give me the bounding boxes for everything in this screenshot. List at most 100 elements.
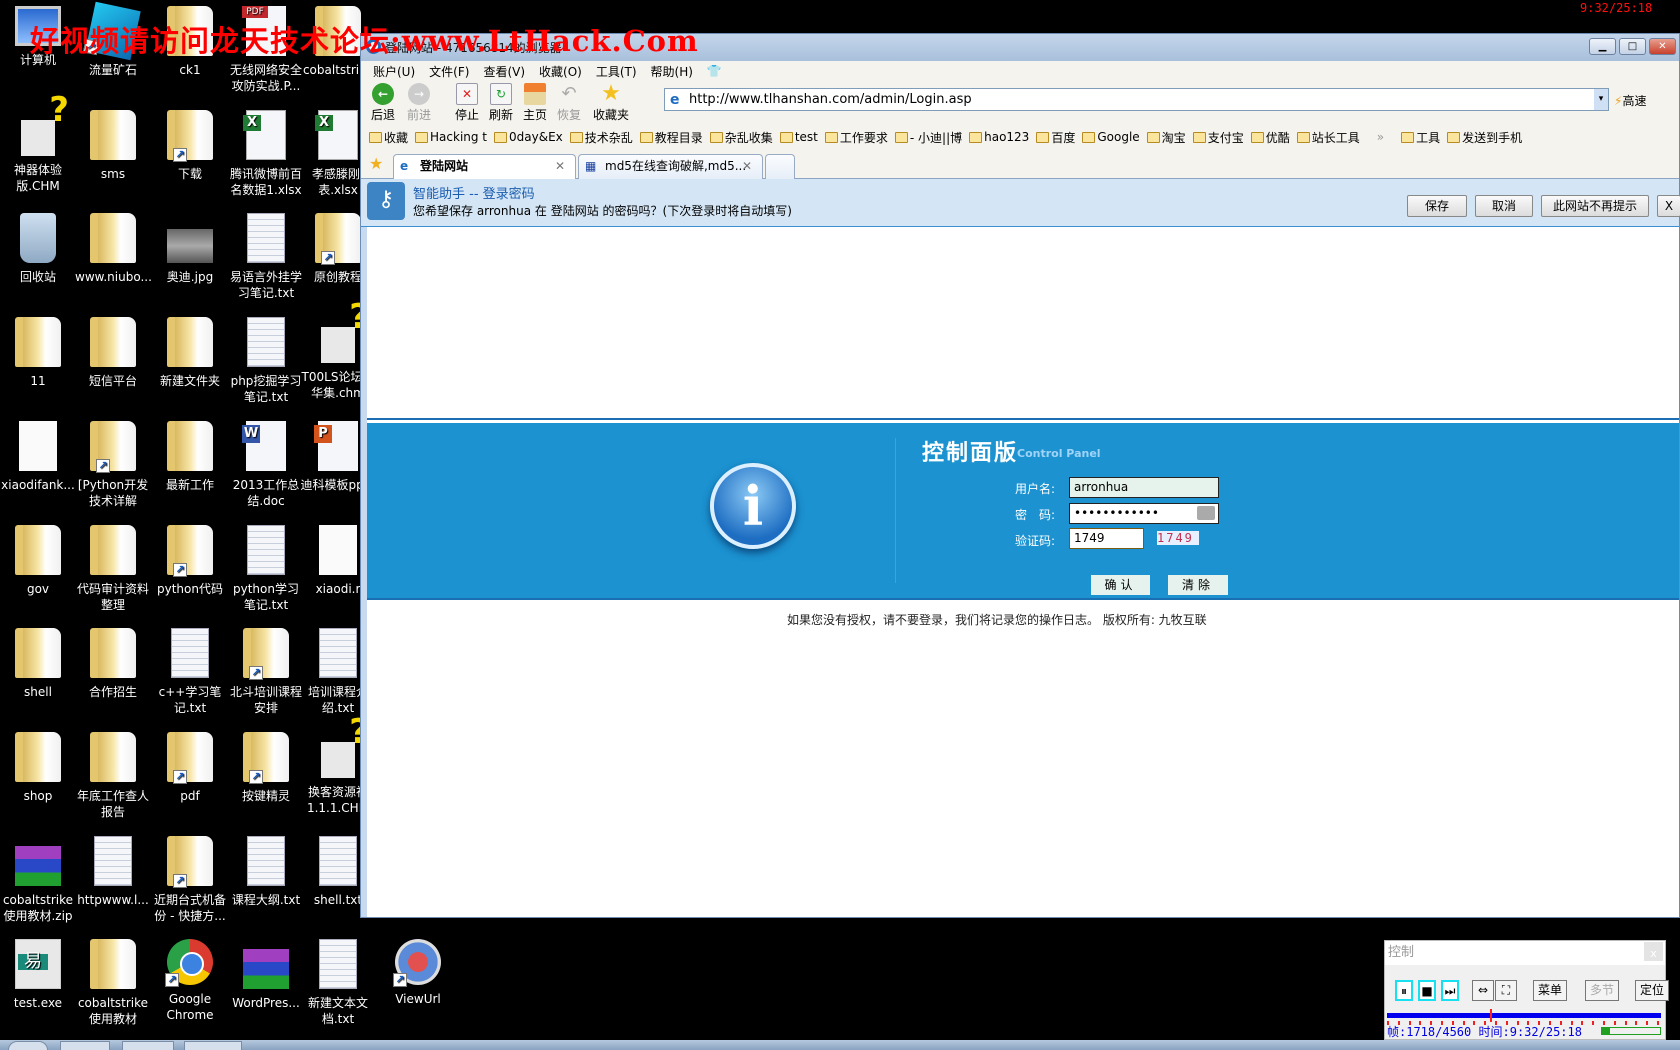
multi-section-button[interactable]: 多节: [1585, 980, 1619, 1001]
taskbar-explorer[interactable]: [60, 1041, 110, 1050]
favorite-item[interactable]: 发送到手机: [1447, 129, 1522, 146]
desktop-icon[interactable]: 短信平台: [75, 317, 151, 389]
forward-button[interactable]: → 前进: [401, 83, 437, 123]
fast-forward-button[interactable]: ⏭: [1441, 980, 1459, 1001]
desktop-icon[interactable]: test.exe: [0, 939, 76, 1011]
desktop-icon[interactable]: ↗ 北斗培训课程安排: [228, 628, 304, 716]
save-password-button[interactable]: 保存: [1407, 195, 1467, 217]
stop-button[interactable]: ✕ 停止: [449, 83, 485, 123]
stop-button[interactable]: ■: [1418, 980, 1436, 1001]
fit-window-button[interactable]: ⇔: [1472, 980, 1494, 1001]
desktop-icon[interactable]: 11: [0, 317, 76, 389]
back-button[interactable]: ← 后退: [365, 83, 401, 123]
desktop-icon[interactable]: c++学习笔记.txt: [152, 628, 228, 716]
favorite-item[interactable]: Hacking t: [415, 130, 487, 144]
confirm-button[interactable]: 确认: [1091, 575, 1150, 595]
desktop-icon[interactable]: 神器体验版.CHM: [0, 102, 76, 194]
fullscreen-button[interactable]: ⛶: [1495, 980, 1517, 1001]
menu-button[interactable]: 菜单: [1533, 980, 1567, 1001]
password-input[interactable]: ••••••••••••: [1069, 503, 1219, 524]
never-for-site-button[interactable]: 此网站不再提示: [1541, 195, 1649, 217]
taskbar-app[interactable]: [122, 1041, 174, 1050]
desktop-icon[interactable]: httpwww.l...: [75, 835, 151, 908]
new-tab-button[interactable]: [765, 154, 795, 179]
favorite-item[interactable]: 杂乱收集: [709, 129, 773, 146]
close-panel-button[interactable]: x: [1644, 942, 1663, 961]
desktop-icon[interactable]: 奥迪.jpg: [152, 213, 228, 285]
favorite-item[interactable]: 工作要求: [824, 129, 888, 146]
desktop-icon[interactable]: 腾讯微博前百名数据1.xlsx: [228, 109, 304, 198]
favorite-item[interactable]: 收藏: [369, 129, 408, 146]
desktop-icon[interactable]: cobaltstrike使用教材.zip: [0, 836, 76, 924]
desktop-icon[interactable]: shop: [0, 731, 76, 804]
desktop-icon[interactable]: 年底工作查人报告: [75, 731, 151, 820]
desktop-icon[interactable]: WordPres...: [228, 939, 304, 1011]
menu-account[interactable]: 账户(U): [373, 63, 415, 80]
desktop-icon[interactable]: 最新工作: [152, 420, 228, 493]
desktop-icon[interactable]: ↗ 下载: [152, 109, 228, 182]
desktop-icon[interactable]: ↗ ViewUrl: [380, 939, 456, 1007]
username-input[interactable]: arronhua: [1069, 477, 1219, 498]
desktop-icon[interactable]: python学习笔记.txt: [228, 524, 304, 613]
desktop-icon[interactable]: ↗ pdf: [152, 731, 228, 804]
volume-handle[interactable]: [1602, 1028, 1610, 1034]
desktop-icon[interactable]: ↗ 近期台式机备份 - 快捷方...: [152, 835, 228, 924]
more-chevron-icon[interactable]: »: [1377, 130, 1384, 144]
playhead[interactable]: [1490, 1009, 1493, 1022]
desktop-icon[interactable]: 课程大纲.txt: [228, 835, 304, 908]
desktop-icon[interactable]: 合作招生: [75, 628, 151, 700]
desktop-icon[interactable]: ↗ Google Chrome: [152, 939, 228, 1023]
tab-md5[interactable]: ▦ md5在线查询破解,md5... ✕: [578, 154, 763, 179]
favorite-item[interactable]: 百度: [1036, 129, 1075, 146]
locate-button[interactable]: 定位: [1635, 980, 1669, 1001]
tab-login-site[interactable]: e 登陆网站 ✕: [393, 154, 576, 179]
favorite-item[interactable]: 淘宝: [1146, 129, 1186, 146]
maximize-button[interactable]: □: [1619, 38, 1646, 55]
clear-button[interactable]: 清除: [1168, 575, 1228, 595]
captcha-image[interactable]: 1749: [1157, 531, 1199, 545]
menu-file[interactable]: 文件(F): [429, 63, 469, 80]
favorite-item[interactable]: test: [779, 130, 818, 144]
desktop-icon[interactable]: 代码审计资料整理: [75, 524, 151, 613]
favorite-item[interactable]: 技术杂乱: [569, 129, 633, 146]
taskbar-browser[interactable]: [184, 1041, 242, 1050]
address-bar[interactable]: http://www.tlhanshan.com/admin/Login.asp…: [664, 88, 1609, 111]
cancel-button[interactable]: 取消: [1475, 195, 1533, 217]
home-button[interactable]: 主页: [517, 83, 553, 123]
minimize-button[interactable]: ▁: [1589, 38, 1616, 55]
start-button[interactable]: [8, 1041, 48, 1050]
favorite-item[interactable]: 站长工具: [1296, 129, 1360, 146]
desktop-icon[interactable]: 新建文件夹: [152, 317, 228, 389]
desktop-icon[interactable]: 2013工作总结.doc: [228, 420, 304, 509]
desktop-icon[interactable]: php挖掘学习笔记.txt: [228, 317, 304, 405]
pause-button[interactable]: ⏸: [1395, 980, 1413, 1001]
desktop-icon[interactable]: 回收站: [0, 213, 76, 285]
desktop-icon[interactable]: 易语言外挂学习笔记.txt: [228, 213, 304, 301]
close-window-button[interactable]: ✕: [1649, 38, 1676, 55]
desktop-icon[interactable]: cobaltstrike使用教材: [75, 939, 151, 1027]
favorites-star-icon[interactable]: ★: [369, 154, 383, 173]
volume-slider[interactable]: [1601, 1027, 1661, 1035]
desktop-icon[interactable]: ↗ [Python开发技术详解: [75, 420, 151, 509]
favorite-item[interactable]: 工具: [1401, 129, 1440, 146]
menu-help[interactable]: 帮助(H): [651, 63, 693, 80]
captcha-input[interactable]: 1749: [1069, 528, 1144, 549]
favorite-item[interactable]: - 小迪||博: [894, 129, 962, 146]
favorite-item[interactable]: 优酷: [1250, 129, 1290, 146]
close-tab-icon[interactable]: ✕: [742, 155, 752, 178]
favorite-item[interactable]: 0day&Ex: [494, 130, 563, 144]
favorite-item[interactable]: 支付宝: [1192, 129, 1244, 146]
desktop-icon[interactable]: xiaodifank...: [0, 420, 76, 493]
keyboard-icon[interactable]: [1197, 506, 1215, 520]
menu-favorites[interactable]: 收藏(O): [539, 63, 582, 80]
restore-button[interactable]: ↶ 恢复: [551, 83, 587, 123]
skin-icon[interactable]: 👕: [707, 64, 722, 78]
favorite-item[interactable]: 教程目录: [639, 129, 703, 146]
menu-view[interactable]: 查看(V): [483, 63, 525, 80]
desktop-icon[interactable]: sms: [75, 109, 151, 182]
close-tab-icon[interactable]: ✕: [555, 155, 565, 178]
address-dropdown[interactable]: ▾: [1594, 89, 1608, 110]
desktop-icon[interactable]: www.niubo...: [75, 213, 152, 285]
playback-progress-bar[interactable]: [1387, 1009, 1661, 1022]
favorites-button[interactable]: ★ 收藏夹: [587, 83, 635, 123]
